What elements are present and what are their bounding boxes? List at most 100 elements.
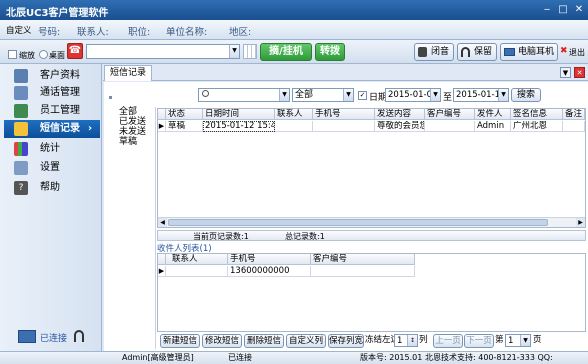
exit-label[interactable]: 退出 [569, 47, 585, 58]
table-cell[interactable]: 13600000000 [228, 266, 311, 277]
tree-item-all[interactable]: 全部 [114, 107, 155, 117]
row-pointer-icon: ▶ [158, 121, 166, 132]
mute-button[interactable]: 闭音 [414, 43, 454, 61]
chevron-down-icon[interactable]: ▼ [498, 89, 508, 101]
column-header[interactable]: 签名信息 [511, 109, 563, 120]
connection-status: 已连接 [40, 334, 68, 344]
column-header[interactable]: 客户编号 [311, 254, 415, 265]
tree-item-unsent[interactable]: 未发送 [114, 127, 155, 137]
spinner-icon[interactable]: ↕ [407, 335, 417, 346]
chevron-down-icon[interactable]: ▼ [343, 89, 353, 101]
column-header[interactable]: 日期时间 [203, 109, 275, 120]
column-header[interactable]: 联系人 [275, 109, 313, 120]
date-checkbox[interactable]: ✓ [358, 91, 367, 100]
table-cell[interactable] [275, 121, 313, 132]
custom-columns-button[interactable]: 自定义列 [286, 334, 326, 348]
column-header[interactable]: 手机号 [228, 254, 311, 265]
desktop-radio[interactable] [39, 50, 48, 59]
dial-transfer-button[interactable]: 转拨 [315, 43, 345, 61]
customize-link[interactable]: 自定义 [6, 24, 32, 36]
table-cell[interactable] [313, 121, 375, 132]
tab-scroll-icon[interactable]: ▼ [560, 67, 571, 78]
maximize-icon[interactable]: □ [556, 4, 570, 16]
chevron-down-icon[interactable]: ▼ [520, 335, 530, 346]
tree-item-sent[interactable]: 已发送 [114, 117, 155, 127]
keypad-icon[interactable] [243, 44, 257, 59]
prev-page-button[interactable]: 上一页 [433, 334, 463, 348]
pc-headset-button[interactable]: 电脑耳机 [500, 43, 558, 61]
table-cell[interactable] [425, 121, 475, 132]
version-label: 版本号: 2015.01 [360, 353, 423, 362]
chevron-down-icon[interactable]: ▼ [279, 89, 289, 101]
sidebar-item-stats[interactable]: 统计 [4, 140, 100, 158]
sidebar-item-calls[interactable]: 通话管理 [4, 84, 100, 102]
column-header[interactable]: 发件人 [475, 109, 511, 120]
edit-sms-button[interactable]: 修改短信 [202, 334, 242, 348]
freeze-columns-spinner[interactable]: 1 ↕ [394, 334, 418, 347]
info-bar: 自定义 号码: 联系人: 职位: 单位名称: 地区: [0, 20, 588, 40]
dial-number-input[interactable]: ▼ [86, 44, 240, 59]
column-header[interactable]: 联系人 [166, 254, 228, 265]
phone-icon[interactable]: ☎ [67, 43, 83, 59]
table-cell[interactable]: 尊敬的会员您 [375, 121, 425, 132]
pickup-hangup-button[interactable]: 摘/挂机 [260, 43, 312, 61]
delete-sms-button[interactable]: 删除短信 [244, 334, 284, 348]
sidebar-item-staff[interactable]: 员工管理 [4, 102, 100, 120]
splitter-handle[interactable] [109, 96, 112, 99]
scrollbar-thumb[interactable] [168, 219, 548, 226]
column-header[interactable]: 客户编号 [425, 109, 475, 120]
shrink-checkbox[interactable] [8, 50, 17, 59]
table-cell[interactable]: Admin [475, 121, 511, 132]
column-header[interactable]: 状态 [166, 109, 203, 120]
date-from-input[interactable]: 2015-01-01 ▼ [385, 88, 441, 102]
exit-icon[interactable]: ✖ [560, 46, 568, 56]
search-button[interactable]: 搜索 [511, 88, 541, 102]
toolbar: 缩放 桌面 ☎ ▼ 摘/挂机 转拨 闭音 保留 电脑耳机 ✖ 退出 [0, 40, 588, 64]
table-cell[interactable]: 2015-01-12 15:47 [203, 121, 275, 132]
support-info: 北恩技术支持: 400-8121-333 QQ: 1319850974 [425, 353, 553, 362]
type-select[interactable]: 全部 ▼ [292, 88, 354, 102]
column-header[interactable]: 备注 [563, 109, 585, 120]
sidebar-item-help[interactable]: ? 帮助 [4, 179, 100, 197]
minimize-icon[interactable]: ‒ [540, 4, 554, 16]
column-header[interactable]: 发送内容 [375, 109, 425, 120]
date-to-input[interactable]: 2015-01-12 ▼ [453, 88, 509, 102]
save-widths-button[interactable]: 保存列宽 [328, 334, 364, 348]
sidebar-item-customers[interactable]: 客户资料 [4, 67, 100, 85]
company-label: 单位名称: [166, 27, 208, 38]
table-cell[interactable]: 草稿 [166, 121, 203, 132]
chevron-right-icon: › [88, 123, 93, 134]
action-bar: 新建短信 修改短信 删除短信 自定义列 保存列宽 冻结左边 1 ↕ 列 上一页 … [157, 333, 586, 349]
hold-button[interactable]: 保留 [457, 43, 497, 61]
to-label: 至 [443, 93, 453, 103]
page-number-select[interactable]: 1 ▼ [505, 334, 531, 347]
contact-label: 联系人: [77, 27, 109, 38]
sidebar-item-settings[interactable]: 设置 [4, 159, 100, 177]
tree-item-drafts[interactable]: 草稿 [114, 137, 155, 147]
tab-sms-records[interactable]: 短信记录 [104, 65, 152, 81]
close-icon[interactable]: ✕ [572, 4, 586, 16]
contacts-icon [14, 69, 28, 83]
table-cell[interactable]: 广州北恩 [511, 121, 563, 132]
scroll-right-icon[interactable]: ▶ [576, 218, 585, 227]
search-icon [202, 90, 209, 97]
horizontal-scrollbar[interactable]: ◀ ▶ [158, 217, 585, 227]
sidebar: 客户资料 通话管理 员工管理 短信记录 › 统计 设置 ? 帮助 已连接 [0, 64, 102, 356]
filter-bar: ▼ 全部 ▼ ✓ 日期 2015-01-01 ▼ 至 2015-01-12 ▼ … [157, 88, 587, 106]
close-tab-icon[interactable]: ✕ [574, 67, 585, 78]
table-cell[interactable] [311, 266, 415, 277]
page-suffix-label: 页 [533, 335, 542, 345]
table-cell[interactable] [563, 121, 585, 132]
table-cell[interactable] [166, 266, 228, 277]
chevron-down-icon[interactable]: ▼ [229, 45, 239, 58]
next-page-button[interactable]: 下一页 [464, 334, 494, 348]
new-sms-button[interactable]: 新建短信 [160, 334, 200, 348]
status-bar: Admin[高级管理员] 已连接 版本号: 2015.01 北恩技术支持: 40… [0, 351, 588, 364]
search-input[interactable]: ▼ [198, 88, 290, 102]
column-header[interactable]: 手机号 [313, 109, 375, 120]
pc-headset-label: 电脑耳机 [517, 47, 554, 57]
sidebar-item-sms[interactable]: 短信记录 › [4, 120, 100, 138]
chevron-down-icon[interactable]: ▼ [430, 89, 440, 101]
sms-table: 状态 日期时间 联系人 手机号 发送内容 客户编号 发件人 签名信息 备注 ▶ … [157, 108, 586, 228]
scroll-left-icon[interactable]: ◀ [158, 218, 167, 227]
